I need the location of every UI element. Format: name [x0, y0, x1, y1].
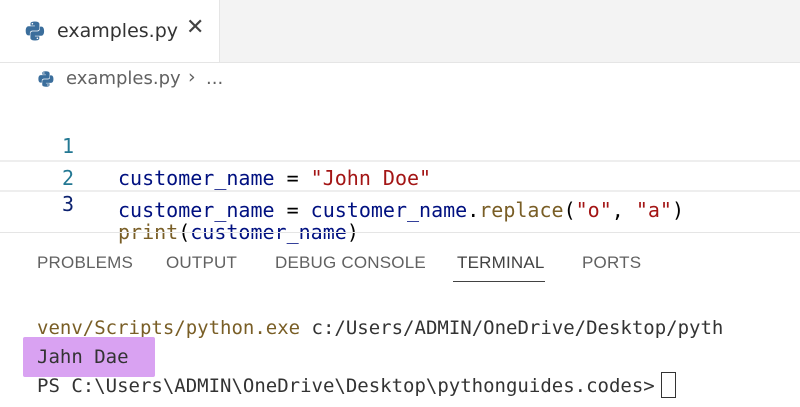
terminal-prompt: PS C:\Users\ADMIN\OneDrive\Desktop\pytho… — [37, 375, 655, 397]
code-token: replace — [479, 198, 564, 222]
code-token: ( — [563, 198, 576, 222]
python-file-icon — [37, 70, 55, 92]
breadcrumb: examples.py › ... — [0, 62, 800, 94]
code-token: "o" — [575, 198, 612, 222]
code-token: "a" — [635, 198, 672, 222]
terminal-command-args: c:/Users/ADMIN/OneDrive/Desktop/pyth — [300, 317, 724, 339]
code-editor[interactable]: 1 customer_name = "John Doe" 2 customer_… — [0, 96, 800, 244]
tab-output[interactable]: OUTPUT — [166, 253, 237, 273]
tab-debug-console[interactable]: DEBUG CONSOLE — [275, 253, 426, 273]
chevron-right-icon: › — [188, 66, 196, 88]
terminal-output: Jahn Dae — [37, 346, 129, 368]
editor-tab-bar: examples.py ✕ — [0, 0, 800, 63]
code-line-2[interactable]: 2 customer_name = customer_name.replace(… — [0, 130, 800, 222]
tab-problems[interactable]: PROBLEMS — [37, 253, 133, 273]
editor-tab-label: examples.py — [57, 20, 179, 42]
close-icon[interactable]: ✕ — [186, 17, 204, 39]
line-number: 3 — [61, 192, 74, 216]
active-tab-indicator — [453, 281, 545, 282]
terminal-command-script: venv/Scripts/python.exe — [37, 317, 301, 339]
panel-tab-bar: PROBLEMS OUTPUT DEBUG CONSOLE TERMINAL P… — [0, 233, 800, 285]
breadcrumb-file[interactable]: examples.py — [66, 68, 181, 89]
terminal[interactable]: venv/Scripts/python.exe c:/Users/ADMIN/O… — [0, 300, 800, 407]
editor-tab-examples-py[interactable]: examples.py ✕ — [0, 0, 220, 62]
code-token: . — [467, 198, 480, 222]
code-token: , — [611, 198, 636, 222]
tab-ports[interactable]: PORTS — [582, 253, 641, 273]
python-file-icon — [24, 20, 46, 46]
breadcrumb-symbols[interactable]: ... — [206, 68, 223, 89]
code-line-3[interactable]: 3 print(customer_name) — [0, 160, 800, 244]
terminal-cursor — [660, 371, 676, 398]
code-token: ) — [671, 198, 684, 222]
terminal-prompt-line[interactable]: PS C:\Users\ADMIN\OneDrive\Desktop\pytho… — [37, 371, 676, 401]
code-line-1[interactable]: 1 customer_name = "John Doe" — [0, 98, 800, 190]
tab-terminal[interactable]: TERMINAL — [457, 253, 545, 273]
